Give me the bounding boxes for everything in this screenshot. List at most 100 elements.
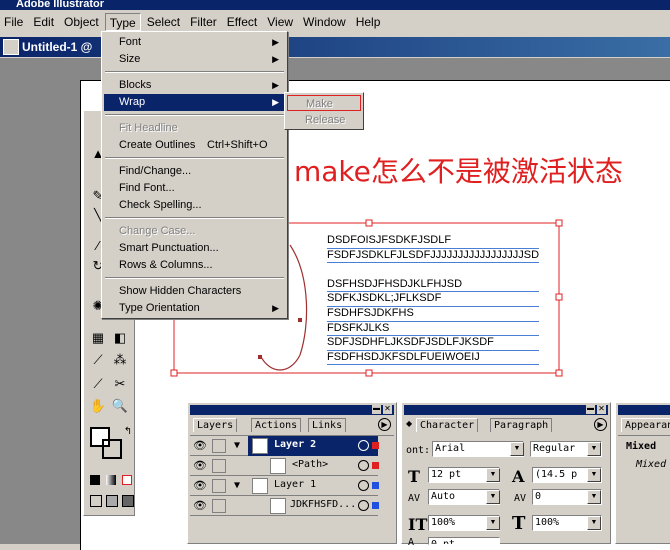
lock-toggle[interactable] [212,459,226,473]
collapse-triangle-icon[interactable]: ▼ [234,480,240,491]
menu-item-find-change[interactable]: Find/Change... [104,163,285,180]
lock-toggle[interactable] [212,499,226,513]
menu-item-release[interactable]: Release [287,112,361,128]
tab-layers[interactable]: Layers [193,418,238,432]
menu-item-size[interactable]: Size ▶ [104,51,285,68]
menu-item-wrap[interactable]: Wrap ▶ [104,94,285,111]
layer-row[interactable]: 👁 <Path> [190,456,379,476]
anchor-point[interactable] [258,355,262,359]
dropdown-arrow-icon[interactable]: ▼ [486,490,500,504]
close-icon[interactable]: ✕ [597,405,606,414]
handle[interactable] [555,293,563,301]
screen-mode-icon[interactable] [90,495,102,507]
menu-item-make[interactable]: Make [287,95,361,111]
menu-item-smart-punctuation[interactable]: Smart Punctuation... [104,240,285,257]
menu-edit[interactable]: Edit [29,13,58,31]
eye-icon[interactable]: 👁 [193,459,207,473]
dropdown-arrow-icon[interactable]: ▼ [587,516,601,530]
menu-item-create-outlines[interactable]: Create Outlines Ctrl+Shift+O [104,137,285,154]
appearance-stroke-row[interactable]: Mixed [626,441,656,452]
submenu-arrow-icon: ▶ [272,303,279,313]
blend-tool-icon[interactable]: ⁂ [110,351,130,369]
handle[interactable] [555,369,563,377]
gradient-mode-icon[interactable] [106,475,116,485]
dropdown-arrow-icon[interactable]: ▼ [486,516,500,530]
dropdown-arrow-icon[interactable]: ▼ [587,468,601,482]
dropdown-arrow-icon[interactable]: ▼ [510,442,524,456]
appearance-fill-row[interactable]: Mixed [636,459,666,470]
horizontal-scale-icon: T [512,513,526,534]
lock-toggle[interactable] [212,479,226,493]
panel-menu-icon[interactable]: ▶ [594,418,607,431]
screen-mode-icon[interactable] [122,495,134,507]
stroke-swatch[interactable] [102,439,122,459]
menu-help[interactable]: Help [352,13,385,31]
slice-tool-icon[interactable]: ⟋ [88,375,108,393]
menu-filter[interactable]: Filter [186,13,221,31]
menu-window[interactable]: Window [299,13,350,31]
graph-tool-icon[interactable]: ▦ [88,329,108,347]
screen-mode-icon[interactable] [106,495,118,507]
target-icon[interactable] [358,440,369,451]
layer-row[interactable]: 👁 JDKFHSFD... [190,496,379,516]
lock-toggle[interactable] [212,439,226,453]
zoom-tool-icon[interactable]: 🔍 [110,397,130,415]
tab-paragraph[interactable]: Paragraph [490,418,553,432]
tab-appearance[interactable]: Appearan [621,418,670,432]
menu-item-show-hidden[interactable]: Show Hidden Characters [104,283,285,300]
dropdown-arrow-icon[interactable]: ▼ [486,468,500,482]
handle[interactable] [365,369,373,377]
tab-character[interactable]: Character [416,418,479,432]
appearance-panel: Appearan Mixed Mixed [615,402,670,544]
menu-type[interactable]: Type [104,13,141,31]
menu-item-change-case[interactable]: Change Case... [104,223,285,240]
panel-menu-icon[interactable]: ▶ [378,418,391,431]
minimize-icon[interactable]: ▬ [586,405,595,414]
eye-icon[interactable]: 👁 [193,479,207,493]
handle[interactable] [170,369,178,377]
color-mode-icon[interactable] [90,475,100,485]
none-mode-icon[interactable] [122,475,132,485]
menu-item-fit-headline[interactable]: Fit Headline [104,120,285,137]
menu-item-rows-columns[interactable]: Rows & Columns... [104,257,285,274]
text-line: SDFJSDHFLJKSDFJSDLFJKSDF [327,336,540,351]
tab-links[interactable]: Links [308,418,347,432]
menu-object[interactable]: Object [60,13,103,31]
tab-toggle-icon[interactable]: ◆ [406,419,412,428]
anchor-point[interactable] [298,318,302,322]
minimize-icon[interactable]: ▬ [372,405,381,414]
scissors-tool-icon[interactable]: ✂ [110,375,130,393]
menu-item-label: Font [119,36,142,48]
hand-tool-icon[interactable]: ✋ [88,397,108,415]
layer-row[interactable]: 👁 ▼ Layer 2 [190,436,379,456]
dropdown-arrow-icon[interactable]: ▼ [587,442,601,456]
gradient-tool-icon[interactable]: ◧ [110,329,130,347]
area-text-block[interactable]: DSDFOISJFSDKFJSDLF FSDFJSDKLFJLSDFJJJJJJ… [327,234,540,366]
menu-item-find-font[interactable]: Find Font... [104,180,285,197]
panel-title-bar[interactable] [618,405,670,415]
handle[interactable] [365,219,373,227]
menu-item-type-orientation[interactable]: Type Orientation ▶ [104,300,285,317]
target-icon[interactable] [358,480,369,491]
close-icon[interactable]: ✕ [383,405,392,414]
eye-icon[interactable]: 👁 [193,499,207,513]
tab-actions[interactable]: Actions [251,418,302,432]
menu-view[interactable]: View [263,13,297,31]
panel-title-bar[interactable] [190,405,394,415]
swap-colors-icon[interactable]: ↰ [118,423,138,441]
eye-icon[interactable]: 👁 [193,439,207,453]
target-icon[interactable] [358,500,369,511]
eyedropper-tool-icon[interactable]: ⟋ [88,351,108,369]
panel-title-bar[interactable] [404,405,608,415]
menu-effect[interactable]: Effect [223,13,261,31]
menu-select[interactable]: Select [143,13,184,31]
menu-item-check-spelling[interactable]: Check Spelling... [104,197,285,214]
menu-file[interactable]: File [0,13,27,31]
handle[interactable] [555,219,563,227]
menu-item-blocks[interactable]: Blocks ▶ [104,77,285,94]
target-icon[interactable] [358,460,369,471]
collapse-triangle-icon[interactable]: ▼ [234,440,240,451]
dropdown-arrow-icon[interactable]: ▼ [587,490,601,504]
layer-row[interactable]: 👁 ▼ Layer 1 [190,476,379,496]
menu-item-font[interactable]: Font ▶ [104,34,285,51]
